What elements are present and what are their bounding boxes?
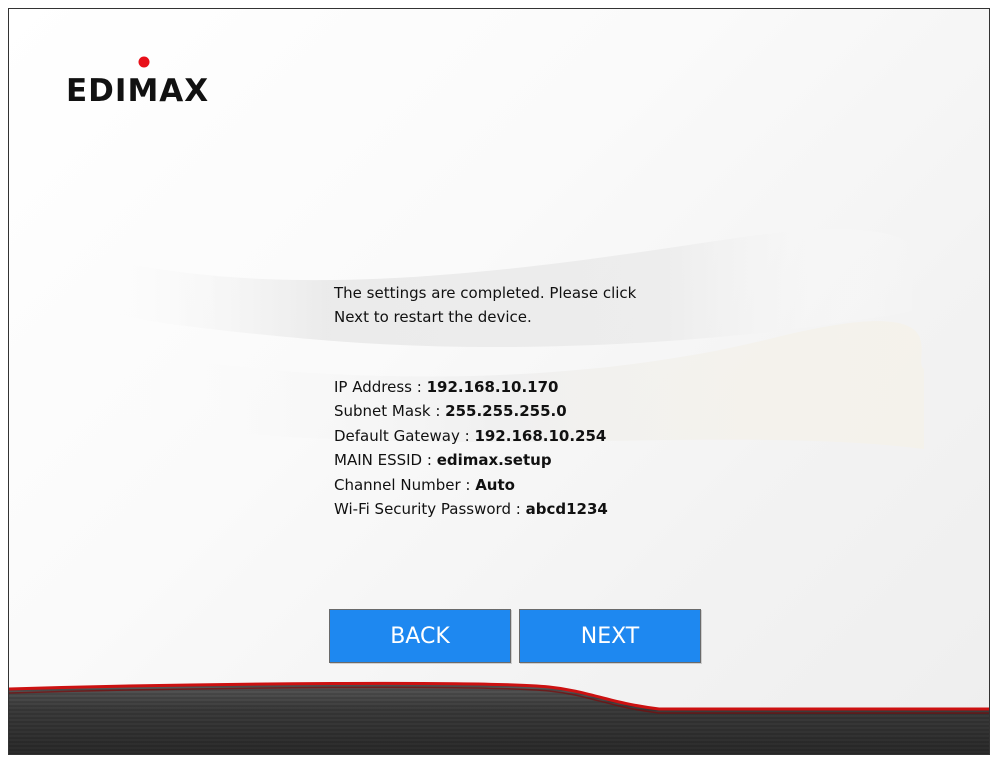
subnet-mask-row: Subnet Mask : 255.255.255.0 [334, 399, 754, 423]
wifi-password-row: Wi-Fi Security Password : abcd1234 [334, 497, 754, 521]
default-gateway-value: 192.168.10.254 [474, 426, 607, 445]
next-button[interactable]: NEXT [519, 609, 701, 663]
wifi-password-value: abcd1234 [525, 500, 608, 519]
setup-wizard-window: EDIMAX The settings are completed. Pleas… [8, 8, 990, 755]
subnet-mask-label: Subnet Mask : [334, 402, 446, 421]
ip-address-label: IP Address : [334, 378, 427, 396]
default-gateway-row: Default Gateway : 192.168.10.254 [334, 424, 754, 448]
footer-decoration [9, 681, 989, 754]
main-essid-label: MAIN ESSID : [334, 451, 437, 470]
ip-address-value: 192.168.10.170 [426, 378, 559, 396]
wifi-password-label: Wi-Fi Security Password : [334, 500, 526, 519]
svg-text:EDIMAX: EDIMAX [66, 73, 209, 109]
ip-address-row: IP Address : 192.168.10.170 [334, 375, 754, 399]
message-line-1: The settings are completed. Please click [334, 284, 637, 302]
main-essid-value: edimax.setup [436, 451, 552, 470]
default-gateway-label: Default Gateway : [334, 426, 475, 445]
completion-message: The settings are completed. Please click… [334, 281, 714, 329]
channel-number-label: Channel Number : [334, 475, 476, 494]
message-line-2: Next to restart the device. [334, 308, 532, 326]
back-button[interactable]: BACK [329, 609, 511, 663]
channel-number-row: Channel Number : Auto [334, 473, 754, 497]
main-essid-row: MAIN ESSID : edimax.setup [334, 448, 754, 472]
settings-summary: IP Address : 192.168.10.170 Subnet Mask … [334, 375, 754, 521]
subnet-mask-value: 255.255.255.0 [445, 402, 567, 421]
edimax-logo: EDIMAX [66, 56, 209, 109]
channel-number-value: Auto [475, 475, 515, 494]
